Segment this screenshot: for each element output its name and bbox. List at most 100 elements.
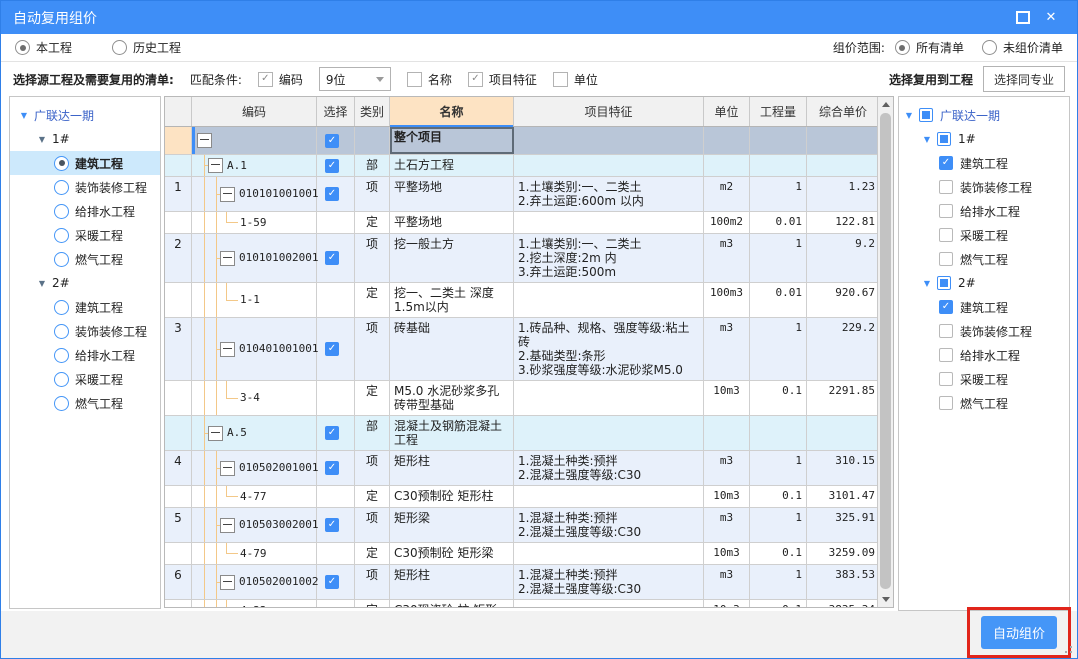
target-tree-item[interactable]: 给排水工程	[899, 343, 1069, 367]
select-cell[interactable]	[317, 508, 355, 542]
target-tree-item[interactable]: 装饰装修工程	[899, 319, 1069, 343]
table-row[interactable]: 整个项目	[165, 127, 893, 155]
select-cell[interactable]	[317, 234, 355, 282]
checkbox-checked-icon[interactable]	[325, 461, 339, 475]
source-tree-item[interactable]: 建筑工程	[10, 295, 160, 319]
checkbox-unchecked-icon[interactable]	[939, 348, 953, 362]
column-header-4[interactable]: 名称	[390, 97, 514, 127]
checkbox-checked-icon[interactable]	[325, 342, 339, 356]
checkbox-checked-icon[interactable]	[325, 187, 339, 201]
vertical-scrollbar[interactable]	[877, 97, 893, 607]
table-row[interactable]: A.1 部土石方工程	[165, 155, 893, 177]
checkbox-checked-icon[interactable]	[939, 156, 953, 170]
checkbox-code[interactable]: 编码	[257, 71, 303, 88]
select-cell[interactable]	[317, 451, 355, 485]
close-button[interactable]: ✕	[1037, 7, 1065, 29]
collapse-icon[interactable]: ▼	[18, 111, 30, 120]
digits-dropdown[interactable]: 9位	[318, 67, 391, 91]
collapse-icon[interactable]: ▼	[921, 279, 933, 288]
checkbox-partial-icon[interactable]	[937, 276, 951, 290]
source-tree-item[interactable]: 给排水工程	[10, 199, 160, 223]
checkbox-feature[interactable]: 项目特征	[467, 71, 537, 88]
checkbox-checked-icon[interactable]	[325, 251, 339, 265]
target-tree-item[interactable]: 采暖工程	[899, 367, 1069, 391]
select-cell[interactable]	[317, 212, 355, 233]
select-cell[interactable]	[317, 127, 355, 154]
collapse-box-icon[interactable]	[220, 186, 235, 202]
source-tree-item[interactable]: 给排水工程	[10, 343, 160, 367]
collapse-box-icon[interactable]	[208, 158, 223, 173]
table-row[interactable]: 3-4 定 M5.0 水泥砂浆多孔砖带型基础 10m3 0.1 2291.85	[165, 381, 893, 416]
checkbox-checked-icon[interactable]	[325, 133, 339, 148]
tree-node-group[interactable]: ▼ 2#	[899, 271, 1069, 295]
collapse-icon[interactable]: ▼	[36, 279, 48, 288]
radio-all-lists[interactable]: 所有清单	[894, 39, 964, 56]
checkbox-checked-icon[interactable]	[325, 518, 339, 532]
source-tree-item[interactable]: 采暖工程	[10, 223, 160, 247]
same-major-button[interactable]: 选择同专业	[982, 66, 1065, 92]
tree-node-root[interactable]: ▼ 广联达一期	[10, 103, 160, 127]
checkbox-unchecked-icon[interactable]	[939, 396, 953, 410]
target-tree-item[interactable]: 燃气工程	[899, 247, 1069, 271]
target-tree-item[interactable]: 给排水工程	[899, 199, 1069, 223]
table-row[interactable]: 1-1 定挖一、二类土 深度1.5m以内 100m3 0.01 920.67	[165, 283, 893, 318]
auto-price-button[interactable]: 自动组价	[981, 616, 1057, 649]
checkbox-unchecked-icon[interactable]	[939, 180, 953, 194]
source-tree-item[interactable]: 建筑工程	[10, 151, 160, 175]
column-header-5[interactable]: 项目特征	[514, 97, 704, 126]
collapse-icon[interactable]: ▼	[903, 111, 915, 120]
source-tree-item[interactable]: 燃气工程	[10, 247, 160, 271]
tree-node-root[interactable]: ▼ 广联达一期	[899, 103, 1069, 127]
source-tree-item[interactable]: 采暖工程	[10, 367, 160, 391]
collapse-icon[interactable]: ▼	[36, 135, 48, 144]
checkbox-unchecked-icon[interactable]	[939, 204, 953, 218]
target-tree-item[interactable]: 建筑工程	[899, 151, 1069, 175]
tree-node-group[interactable]: ▼ 1#	[899, 127, 1069, 151]
collapse-box-icon[interactable]	[220, 341, 235, 357]
scrollbar-thumb[interactable]	[880, 113, 891, 589]
checkbox-name[interactable]: 名称	[406, 71, 452, 88]
table-row[interactable]: 5010503002001项矩形梁1.混凝土种类:预拌2.混凝土强度等级:C30…	[165, 508, 893, 543]
collapse-box-icon[interactable]	[208, 425, 223, 441]
checkbox-unit[interactable]: 单位	[552, 71, 598, 88]
resize-grip[interactable]	[1070, 651, 1072, 653]
collapse-box-icon[interactable]	[220, 460, 235, 476]
collapse-box-icon[interactable]	[220, 250, 235, 266]
checkbox-checked-icon[interactable]	[325, 575, 339, 589]
table-row[interactable]: 1-59 定平整场地 100m2 0.01 122.81	[165, 212, 893, 234]
column-header-3[interactable]: 类别	[355, 97, 390, 126]
source-tree-item[interactable]: 装饰装修工程	[10, 175, 160, 199]
collapse-box-icon[interactable]	[220, 517, 235, 533]
select-cell[interactable]	[317, 155, 355, 176]
collapse-icon[interactable]: ▼	[921, 135, 933, 144]
checkbox-checked-icon[interactable]	[939, 300, 953, 314]
column-header-6[interactable]: 单位	[704, 97, 750, 126]
checkbox-unchecked-icon[interactable]	[939, 228, 953, 242]
scroll-down-icon[interactable]	[878, 592, 893, 607]
source-tree-item[interactable]: 燃气工程	[10, 391, 160, 415]
column-header-2[interactable]: 选择	[317, 97, 355, 126]
column-header-8[interactable]: 综合单价	[807, 97, 879, 126]
table-row[interactable]: A.5 部混凝土及钢筋混凝土工程	[165, 416, 893, 451]
select-cell[interactable]	[317, 283, 355, 317]
maximize-button[interactable]	[1009, 7, 1037, 29]
checkbox-unchecked-icon[interactable]	[939, 372, 953, 386]
select-cell[interactable]	[317, 565, 355, 599]
table-row[interactable]: 1010101001001项平整场地1.土壤类别:一、二类土2.弃土运距:600…	[165, 177, 893, 212]
target-tree-item[interactable]: 燃气工程	[899, 391, 1069, 415]
checkbox-unchecked-icon[interactable]	[939, 324, 953, 338]
table-row[interactable]: 4-32 定C30现浇砼 柱 矩形 10m30.13835.34	[165, 600, 893, 607]
collapse-box-icon[interactable]	[220, 574, 235, 590]
radio-history-project[interactable]: 历史工程	[112, 39, 181, 56]
table-row[interactable]: 4-77 定 C30预制砼 矩形柱 10m3 0.1 3101.47	[165, 486, 893, 508]
table-row[interactable]: 4-79 定 C30预制砼 矩形梁 10m3 0.1 3259.09	[165, 543, 893, 565]
radio-unpriced-lists[interactable]: 未组价清单	[981, 39, 1063, 56]
select-cell[interactable]	[317, 600, 355, 607]
table-row[interactable]: 4010502001001项矩形柱1.混凝土种类:预拌2.混凝土强度等级:C30…	[165, 451, 893, 486]
checkbox-checked-icon[interactable]	[325, 426, 339, 440]
collapse-box-icon[interactable]	[197, 133, 212, 148]
target-tree-item[interactable]: 采暖工程	[899, 223, 1069, 247]
tree-node-group[interactable]: ▼ 2#	[10, 271, 160, 295]
select-cell[interactable]	[317, 543, 355, 564]
target-tree-item[interactable]: 建筑工程	[899, 295, 1069, 319]
